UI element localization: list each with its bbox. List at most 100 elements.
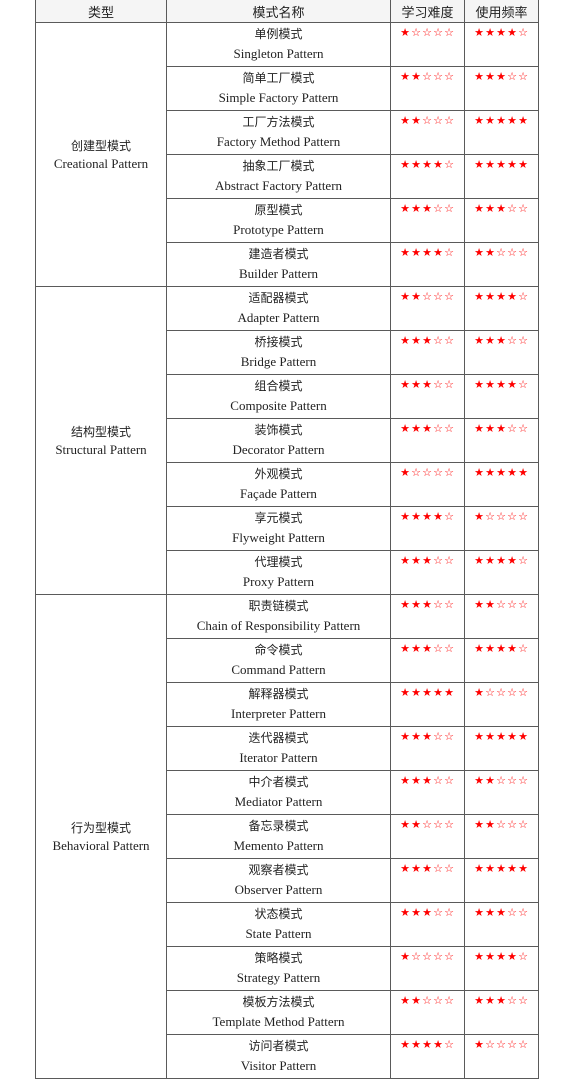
empty-star-icon: ☆ [444, 26, 454, 39]
empty-star-icon: ☆ [444, 114, 454, 127]
filled-star-icon: ★ [496, 114, 506, 127]
filled-star-icon: ★ [507, 950, 517, 963]
empty-star-icon: ☆ [422, 114, 432, 127]
pattern-name-zh: 解释器模式 [248, 687, 309, 701]
frequency-rating: ★ ★ ★ ★ ★ [464, 858, 539, 903]
filled-star-icon: ★ [485, 70, 495, 83]
filled-star-icon: ★ [474, 290, 484, 303]
empty-star-icon: ☆ [444, 906, 454, 919]
filled-star-icon: ★ [507, 114, 517, 127]
filled-star-icon: ★ [422, 378, 432, 391]
empty-star-icon: ☆ [444, 642, 454, 655]
filled-star-icon: ★ [507, 26, 517, 39]
empty-star-icon: ☆ [433, 950, 443, 963]
filled-star-icon: ★ [474, 774, 484, 787]
pattern-name-zh: 模板方法模式 [242, 995, 315, 1009]
filled-star-icon: ★ [507, 554, 517, 567]
difficulty-rating: ★ ☆ ☆ ☆ ☆ [390, 946, 465, 991]
empty-star-icon: ☆ [444, 466, 454, 479]
empty-star-icon: ☆ [422, 818, 432, 831]
filled-star-icon: ★ [474, 950, 484, 963]
empty-star-icon: ☆ [433, 818, 443, 831]
empty-star-icon: ☆ [518, 906, 528, 919]
pattern-name-en: Façade Pattern [240, 486, 317, 501]
filled-star-icon: ★ [444, 686, 454, 699]
empty-star-icon: ☆ [433, 554, 443, 567]
pattern-name-en: Bridge Pattern [240, 354, 317, 369]
header-pattern-name: 模式名称 [166, 0, 391, 23]
empty-star-icon: ☆ [507, 598, 517, 611]
filled-star-icon: ★ [474, 818, 484, 831]
frequency-rating: ★ ★ ★ ★ ★ [464, 110, 539, 155]
filled-star-icon: ★ [422, 906, 432, 919]
pattern-name-zh: 建造者模式 [248, 247, 309, 261]
difficulty-rating: ★ ★ ★ ★ ☆ [390, 506, 465, 551]
filled-star-icon: ★ [474, 1038, 484, 1051]
pattern-name-zh: 策略模式 [254, 951, 303, 965]
filled-star-icon: ★ [411, 994, 421, 1007]
empty-star-icon: ☆ [444, 950, 454, 963]
pattern-name-cell: 原型模式 Prototype Pattern [166, 198, 391, 243]
filled-star-icon: ★ [507, 378, 517, 391]
pattern-name-en: Builder Pattern [238, 266, 319, 281]
filled-star-icon: ★ [422, 422, 432, 435]
filled-star-icon: ★ [485, 378, 495, 391]
empty-star-icon: ☆ [444, 774, 454, 787]
difficulty-rating: ★ ★ ★ ☆ ☆ [390, 770, 465, 815]
empty-star-icon: ☆ [411, 26, 421, 39]
filled-star-icon: ★ [400, 466, 410, 479]
filled-star-icon: ★ [496, 730, 506, 743]
frequency-rating: ★ ★ ★ ★ ★ [464, 726, 539, 771]
category-name-en: Creational Pattern [53, 155, 149, 171]
filled-star-icon: ★ [507, 730, 517, 743]
filled-star-icon: ★ [496, 994, 506, 1007]
empty-star-icon: ☆ [507, 70, 517, 83]
filled-star-icon: ★ [422, 246, 432, 259]
empty-star-icon: ☆ [518, 950, 528, 963]
filled-star-icon: ★ [474, 906, 484, 919]
pattern-name-zh: 备忘录模式 [248, 819, 309, 833]
category-name-en: Structural Pattern [55, 441, 147, 457]
empty-star-icon: ☆ [444, 158, 454, 171]
pattern-name-cell: 组合模式 Composite Pattern [166, 374, 391, 419]
filled-star-icon: ★ [474, 642, 484, 655]
empty-star-icon: ☆ [496, 818, 506, 831]
filled-star-icon: ★ [485, 906, 495, 919]
pattern-name-zh: 访问者模式 [248, 1039, 309, 1053]
frequency-rating: ★ ★ ★ ★ ☆ [464, 550, 539, 595]
filled-star-icon: ★ [485, 466, 495, 479]
frequency-rating: ★ ★ ★ ★ ☆ [464, 286, 539, 331]
empty-star-icon: ☆ [422, 994, 432, 1007]
filled-star-icon: ★ [474, 994, 484, 1007]
empty-star-icon: ☆ [444, 202, 454, 215]
empty-star-icon: ☆ [507, 906, 517, 919]
empty-star-icon: ☆ [518, 378, 528, 391]
filled-star-icon: ★ [485, 26, 495, 39]
empty-star-icon: ☆ [518, 202, 528, 215]
filled-star-icon: ★ [518, 862, 528, 875]
filled-star-icon: ★ [474, 114, 484, 127]
filled-star-icon: ★ [485, 554, 495, 567]
empty-star-icon: ☆ [507, 994, 517, 1007]
frequency-rating: ★ ★ ★ ☆ ☆ [464, 990, 539, 1035]
table-row: 行为型模式 Behavioral Pattern 职责链模式 Chain of Res… [35, 594, 539, 1079]
filled-star-icon: ★ [400, 950, 410, 963]
filled-star-icon: ★ [400, 158, 410, 171]
empty-star-icon: ☆ [422, 290, 432, 303]
filled-star-icon: ★ [474, 422, 484, 435]
table-body: 创建型模式 Creational Pattern 单例模式 Singleton Pat… [35, 22, 539, 1079]
pattern-name-en: Factory Method Pattern [216, 134, 341, 149]
header-difficulty: 学习难度 [390, 0, 465, 23]
filled-star-icon: ★ [496, 290, 506, 303]
filled-star-icon: ★ [474, 466, 484, 479]
filled-star-icon: ★ [411, 818, 421, 831]
filled-star-icon: ★ [422, 158, 432, 171]
empty-star-icon: ☆ [444, 334, 454, 347]
filled-star-icon: ★ [400, 246, 410, 259]
pattern-name-en: Adapter Pattern [237, 310, 320, 325]
filled-star-icon: ★ [400, 598, 410, 611]
empty-star-icon: ☆ [433, 26, 443, 39]
pattern-name-cell: 简单工厂模式 Simple Factory Pattern [166, 66, 391, 111]
pattern-name-cell: 中介者模式 Mediator Pattern [166, 770, 391, 815]
empty-star-icon: ☆ [496, 686, 506, 699]
